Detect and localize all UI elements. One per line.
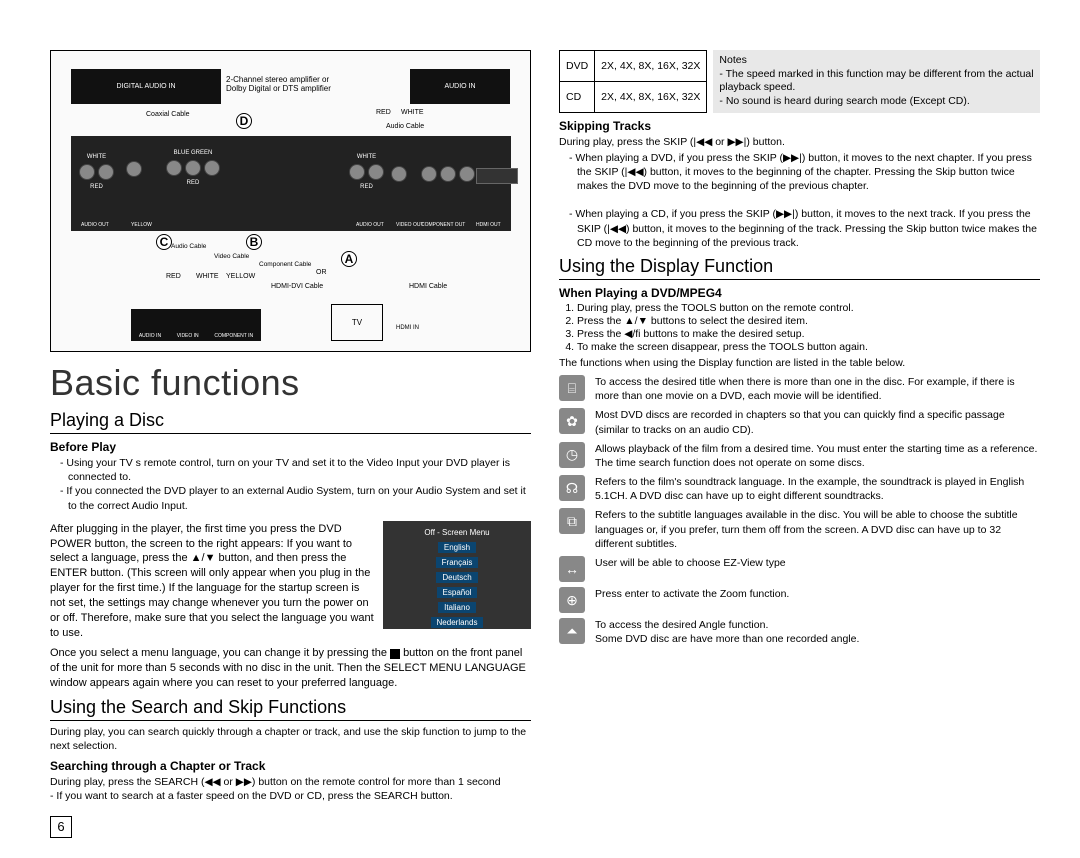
heading-dvd-mpeg4: When Playing a DVD/MPEG4 (559, 286, 1040, 300)
letter-a: A (341, 251, 357, 267)
label-coaxial: Coaxial Cable (146, 111, 190, 118)
amp-label: 2-Channel stereo amplifier or Dolby Digi… (226, 76, 336, 94)
func-time: ◷ Allows playback of the film from a des… (559, 442, 1040, 470)
heading-before-play: Before Play (50, 440, 531, 454)
notes-box: Notes - The speed marked in this functio… (713, 50, 1040, 113)
connection-diagram: DIGITAL AUDIO IN 2-Channel stereo amplif… (50, 50, 531, 352)
amp-audio-in: AUDIO IN (410, 69, 510, 104)
playing-para-2: Once you select a menu language, you can… (50, 646, 531, 691)
search-line-1: During play, press the SEARCH (◀◀ or ▶▶)… (50, 775, 531, 789)
func-audio: ☊ Refers to the film's soundtrack langua… (559, 475, 1040, 503)
page-number: 6 (50, 816, 72, 838)
skipping-line-1: During play, press the SKIP (|◀◀ or ▶▶|)… (559, 135, 1040, 149)
label-white-2: WHITE (196, 273, 219, 280)
func-angle: ⏶ To access the desired Angle function. … (559, 618, 1040, 646)
time-icon: ◷ (559, 442, 585, 468)
speed-table: DVD2X, 4X, 8X, 16X, 32X CD2X, 4X, 8X, 16… (559, 50, 707, 113)
skipping-dvd: - When playing a DVD, if you press the S… (569, 151, 1040, 194)
section-title: Basic functions (50, 362, 531, 404)
osd-screenshot: Off - Screen Menu English Français Deuts… (383, 521, 531, 629)
heading-display-function: Using the Display Function (559, 256, 1040, 280)
func-ezview: ↔ User will be able to choose EZ-View ty… (559, 556, 1040, 582)
label-component-cable: Component Cable (259, 261, 311, 268)
subtitle-icon: ⧉ (559, 508, 585, 534)
zoom-icon: ⊕ (559, 587, 585, 613)
search-intro: During play, you can search quickly thro… (50, 725, 531, 753)
heading-playing-disc: Playing a Disc (50, 410, 531, 434)
label-or: OR (316, 269, 327, 276)
heading-searching: Searching through a Chapter or Track (50, 759, 531, 773)
audio-icon: ☊ (559, 475, 585, 501)
chapter-icon: ✿ (559, 408, 585, 434)
before-play-item-2: - If you connected the DVD player to an … (60, 484, 531, 512)
label-red-2: RED (166, 273, 181, 280)
label-red: RED (376, 109, 391, 116)
display-intro: The functions when using the Display fun… (559, 356, 1040, 370)
label-audio-cable-2: Audio Cable (171, 243, 206, 250)
player-back-panel: WHITE RED BLUE GREEN RED WHITE RED (71, 136, 511, 231)
stop-icon (390, 649, 400, 659)
label-hdmi-cable: HDMI Cable (409, 283, 447, 290)
func-zoom: ⊕ Press enter to activate the Zoom funct… (559, 587, 1040, 613)
label-video-cable: Video Cable (214, 253, 249, 260)
label-yellow-2: YELLOW (226, 273, 255, 280)
angle-icon: ⏶ (559, 618, 585, 644)
display-steps: During play, press the TOOLS button on t… (559, 302, 1040, 353)
label-audio-cable: Audio Cable (386, 123, 424, 130)
skipping-cd: - When playing a CD, if you press the SK… (569, 207, 1040, 250)
amp-digital-in: DIGITAL AUDIO IN (71, 69, 221, 104)
func-title: ⌸ To access the desired title when there… (559, 375, 1040, 403)
letter-b: B (246, 234, 262, 250)
func-subtitle: ⧉ Refers to the subtitle languages avail… (559, 508, 1040, 551)
letter-d: D (236, 113, 252, 129)
tv-box: TV (331, 304, 383, 341)
heading-skipping: Skipping Tracks (559, 119, 1040, 133)
letter-c: C (156, 234, 172, 250)
search-line-2: - If you want to search at a faster spee… (50, 789, 531, 803)
label-hdmi-dvi: HDMI-DVI Cable (271, 283, 323, 290)
tv-connectors: AUDIO IN VIDEO IN COMPONENT IN (131, 309, 261, 341)
title-icon: ⌸ (559, 375, 585, 401)
func-chapter: ✿ Most DVD discs are recorded in chapter… (559, 408, 1040, 436)
ezview-icon: ↔ (559, 556, 585, 582)
label-white: WHITE (401, 109, 424, 116)
heading-search-skip: Using the Search and Skip Functions (50, 697, 531, 721)
before-play-item-1: - Using your TV s remote control, turn o… (60, 456, 531, 484)
